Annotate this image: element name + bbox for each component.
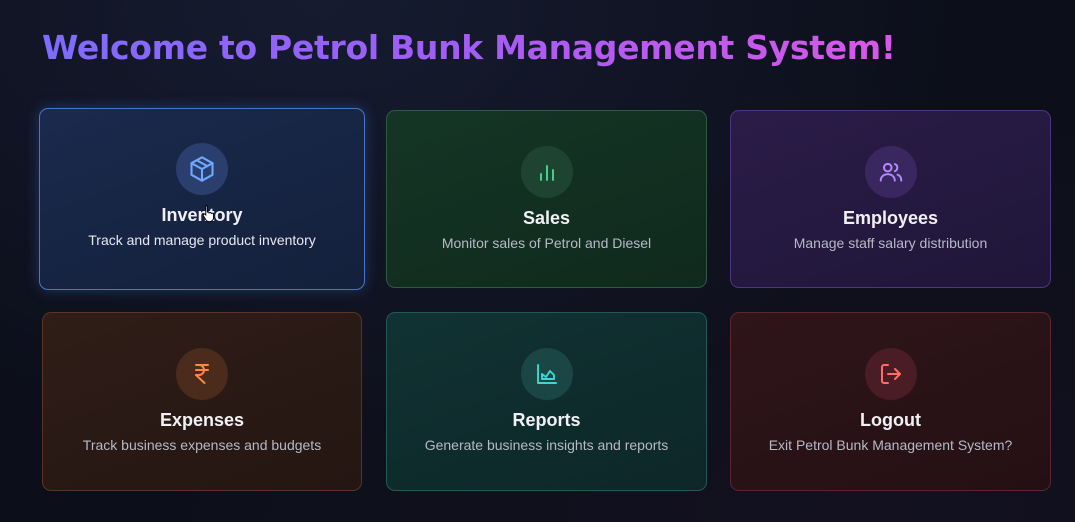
expenses-card-title: Expenses: [159, 410, 245, 430]
logout-card[interactable]: Logout Exit Petrol Bunk Management Syste…: [730, 312, 1051, 491]
logout-card-description: Exit Petrol Bunk Management System?: [768, 437, 1013, 453]
inventory-card[interactable]: Inventory Track and manage product inven…: [39, 108, 365, 290]
box-icon: [176, 143, 228, 195]
rupee-icon: [176, 348, 228, 400]
sales-card[interactable]: Sales Monitor sales of Petrol and Diesel: [386, 110, 707, 288]
employees-card[interactable]: Employees Manage staff salary distributi…: [730, 110, 1051, 288]
reports-card-title: Reports: [512, 410, 581, 430]
dashboard-page: Welcome to Petrol Bunk Management System…: [0, 0, 1075, 522]
logout-icon: [864, 348, 917, 400]
page-title: Welcome to Petrol Bunk Management System…: [42, 28, 896, 67]
sales-card-title: Sales: [522, 208, 571, 228]
reports-card-description: Generate business insights and reports: [424, 437, 669, 453]
employees-card-title: Employees: [842, 208, 939, 228]
inventory-card-description: Track and manage product inventory: [88, 232, 316, 248]
logout-card-title: Logout: [860, 410, 921, 430]
users-icon: [864, 146, 917, 198]
pointer-cursor-icon: [202, 205, 214, 222]
bar-chart-icon: [520, 146, 573, 198]
area-chart-icon: [520, 348, 573, 400]
expenses-card[interactable]: Expenses Track business expenses and bud…: [42, 312, 362, 491]
sales-card-description: Monitor sales of Petrol and Diesel: [441, 235, 652, 251]
reports-card[interactable]: Reports Generate business insights and r…: [386, 312, 707, 491]
expenses-card-description: Track business expenses and budgets: [82, 437, 322, 453]
employees-card-description: Manage staff salary distribution: [793, 235, 988, 251]
